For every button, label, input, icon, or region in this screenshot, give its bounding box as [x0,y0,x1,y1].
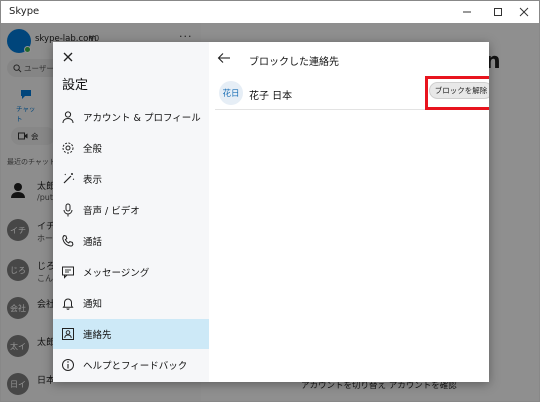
nav-item-audio-video[interactable]: 音声 / ビデオ [53,195,209,225]
back-arrow-icon[interactable] [217,52,231,64]
window-title: Skype [9,6,40,17]
settings-heading: 設定 [62,78,89,93]
nav-item-notifications[interactable]: 通知 [53,288,209,318]
person-icon [61,110,75,124]
app-area: skype-lab.com ¥0 ··· ユーザー、 チャット 会 最近のチャッ… [1,23,539,401]
skype-window: Skype skype-lab.com ¥0 ··· ユーザー、 チャット 会 … [0,0,540,402]
nav-item-calling[interactable]: 通話 [53,226,209,256]
contact-name: 花子 日本 [249,91,293,102]
settings-dialog: 設定 アカウント & プロフィール 全般 表示 音声 / ビデオ 通話 メッセー… [53,42,489,382]
avatar: 花日 [219,81,243,105]
nav-label: ヘルプとフィードバック [83,361,188,372]
contact-card-icon [61,327,75,341]
nav-label: 通話 [83,237,103,248]
bell-icon [61,296,75,310]
nav-item-messaging[interactable]: メッセージング [53,257,209,287]
nav-item-account-profile[interactable]: アカウント & プロフィール [53,102,209,132]
nav-label: 表示 [83,175,103,186]
nav-label: アカウント & プロフィール [83,113,201,124]
info-icon [61,358,75,372]
minimize-icon [463,11,471,13]
minimize-button[interactable] [451,1,483,23]
magic-wand-icon [61,172,75,186]
nav-label: 音声 / ビデオ [83,206,140,217]
gear-icon [61,141,75,155]
nav-label: 全般 [83,144,103,155]
page-title: ブロックした連絡先 [249,57,339,68]
settings-sidebar: 設定 アカウント & プロフィール 全般 表示 音声 / ビデオ 通話 メッセー… [53,42,209,382]
nav-item-help-feedback[interactable]: ヘルプとフィードバック [53,350,209,380]
microphone-icon [61,203,75,217]
close-window-button[interactable] [508,1,539,23]
nav-label: メッセージング [83,268,150,279]
close-icon[interactable] [61,50,75,64]
nav-item-contacts[interactable]: 連絡先 [53,319,209,349]
blocked-contacts-panel: ブロックした連絡先 花日 花子 日本 ブロックを解除 [209,42,489,382]
nav-item-display[interactable]: 表示 [53,164,209,194]
nav-label: 通知 [83,299,103,310]
message-icon [61,265,75,279]
phone-icon [61,234,75,248]
unblock-button[interactable]: ブロックを解除 [429,82,489,99]
maximize-icon [494,8,502,16]
nav-label: 連絡先 [83,330,112,341]
blocked-contact-row: 花日 花子 日本 ブロックを解除 [215,76,489,110]
title-bar: Skype [1,1,539,23]
nav-item-general[interactable]: 全般 [53,133,209,163]
close-icon [519,7,529,17]
